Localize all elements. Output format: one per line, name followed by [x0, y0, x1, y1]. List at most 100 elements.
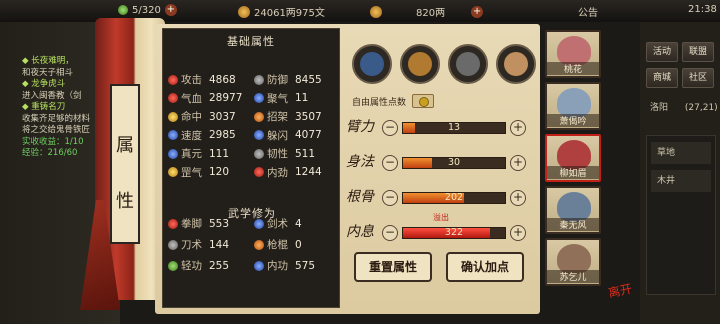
stat-icon [168, 218, 178, 229]
roster-card[interactable]: 桃花 [545, 30, 601, 78]
character-avatar-1[interactable] [352, 44, 392, 84]
map-item-well[interactable]: 木井 [651, 170, 711, 192]
money-icon [238, 5, 250, 18]
basic-stat-right-3: 躲闪 4077 [254, 128, 322, 143]
stat-label: 攻击 [181, 74, 202, 86]
money-display: 24061两975文 [238, 4, 325, 19]
allocation-row: 身法 − 30 + [346, 151, 532, 177]
stat-label: 速度 [181, 129, 202, 142]
confirm-points-button[interactable]: 确认加点 [446, 252, 524, 282]
free-points: 自由属性点数 [352, 94, 435, 108]
roster-card[interactable]: 萧偈吟 [545, 82, 601, 130]
martial-stat-left-0: 拳脚 553 [168, 216, 229, 231]
stat-icon [254, 148, 264, 159]
allocation-row: 臂力 − 13 + [346, 116, 532, 142]
increase-button[interactable]: + [510, 120, 526, 136]
stat-icon [254, 167, 264, 177]
attribute-bar: 13 [402, 122, 506, 134]
stat-label: 拳脚 [181, 218, 202, 230]
stat-label: 轻功 [181, 260, 202, 272]
stat-label: 韧性 [267, 148, 288, 160]
activity-button[interactable]: 活动 [646, 42, 678, 62]
stat-label: 躲闪 [267, 129, 288, 142]
stat-label: 内功 [267, 260, 288, 272]
attribute-bar: 202 [402, 192, 506, 204]
stat-value: 2985 [209, 129, 236, 141]
increase-button[interactable]: + [510, 225, 526, 241]
reset-attributes-button[interactable]: 重置属性 [354, 252, 432, 282]
character-avatar-3[interactable] [448, 44, 488, 84]
stat-icon [254, 239, 264, 250]
decrease-button[interactable]: − [382, 225, 398, 241]
stat-value: 4868 [209, 73, 236, 86]
community-button[interactable]: 社区 [682, 68, 714, 88]
stat-icon [254, 111, 264, 122]
decrease-button[interactable]: − [382, 190, 398, 206]
location-tab[interactable]: 洛阳 (27,21) [650, 100, 718, 113]
stat-value: 28977 [209, 92, 243, 104]
allocation-row: 内息 − 322 + [346, 221, 532, 247]
add-gold-button[interactable]: + [471, 5, 484, 18]
basic-stat-left-5: 罡气 120 [168, 165, 229, 180]
roster-name: 萧偈吟 [547, 114, 599, 127]
decrease-button[interactable]: − [382, 155, 398, 171]
basic-stat-right-2: 招架 3507 [254, 109, 322, 124]
increase-button[interactable]: + [510, 190, 526, 206]
attribute-label: 臂力 [346, 119, 374, 135]
attribute-bar: 30 [402, 157, 506, 169]
stat-value: 511 [295, 147, 316, 160]
stat-value: 1244 [295, 166, 322, 178]
scroll-title: 属性 [116, 135, 134, 212]
stat-label: 剑术 [267, 218, 288, 230]
stat-icon [254, 93, 264, 103]
martial-stat-right-0: 剑术 4 [254, 216, 302, 231]
gold-value: 820两 [416, 8, 446, 19]
stat-icon [168, 167, 178, 177]
roster-card[interactable]: 秦无风 [545, 186, 601, 234]
map-item-grass[interactable]: 草地 [651, 142, 711, 164]
stat-value: 111 [209, 147, 230, 160]
location-coord: (27,21) [684, 103, 718, 113]
attribute-value: 322 [444, 227, 464, 238]
stat-value: 0 [295, 238, 302, 251]
stat-label: 防御 [267, 74, 288, 86]
close-seal-button[interactable]: 离开 [606, 280, 633, 302]
shop-button[interactable]: 商城 [646, 68, 678, 88]
roster-name: 柳如眉 [547, 166, 599, 179]
clock: 21:38 [688, 4, 717, 15]
stat-value: 3507 [295, 110, 322, 123]
alliance-button[interactable]: 联盟 [682, 42, 714, 62]
energy-display: 5/320 + [118, 4, 177, 16]
stat-label: 招架 [267, 111, 288, 123]
character-avatar-2[interactable] [400, 44, 440, 84]
stat-icon [168, 111, 178, 122]
stat-icon [254, 74, 264, 85]
roster-card[interactable]: 苏乞儿 [545, 238, 601, 286]
basic-stat-left-3: 速度 2985 [168, 128, 236, 143]
increase-button[interactable]: + [510, 155, 526, 171]
attribute-label: 身法 [346, 154, 374, 170]
add-energy-button[interactable]: + [164, 4, 177, 16]
attribute-value: 30 [447, 157, 461, 168]
roster-name: 桃花 [547, 62, 599, 75]
stat-value: 255 [209, 259, 230, 272]
gold-display: 820两 + [370, 4, 484, 19]
basic-attributes-title: 基础属性 [227, 35, 275, 48]
martial-stat-right-1: 枪棍 0 [254, 237, 302, 252]
stat-label: 刀术 [181, 239, 202, 251]
character-avatar-4[interactable] [496, 44, 536, 84]
clock-time: 21:38 [688, 4, 717, 15]
decrease-button[interactable]: − [382, 120, 398, 136]
basic-stat-left-0: 攻击 4868 [168, 72, 236, 87]
map-list: 草地 木井 [646, 135, 716, 295]
roster-card[interactable]: 柳如眉 [545, 134, 601, 182]
martial-stat-left-2: 轻功 255 [168, 258, 229, 273]
stat-value: 8455 [295, 73, 322, 86]
stat-icon [168, 130, 178, 140]
stat-label: 内劲 [267, 166, 288, 179]
basic-stat-left-2: 命中 3037 [168, 109, 236, 124]
stat-icon [168, 260, 178, 271]
stat-value: 575 [295, 259, 316, 272]
stat-icon [168, 148, 178, 159]
notice-button[interactable]: 公告 [578, 4, 598, 19]
